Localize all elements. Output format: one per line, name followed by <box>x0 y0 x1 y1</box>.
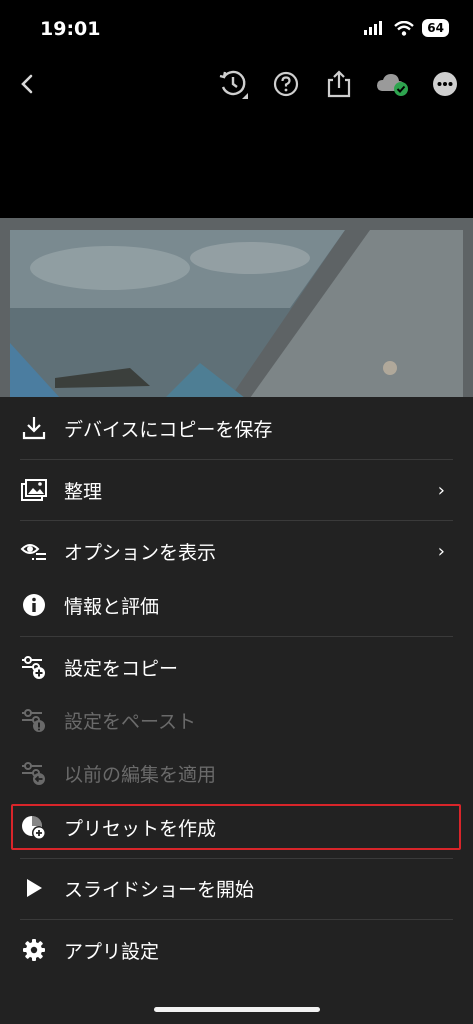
view-options-icon <box>20 537 48 565</box>
highlight-box <box>11 804 461 850</box>
menu-item-info-rating[interactable]: 情報と評価 <box>0 583 473 627</box>
home-indicator[interactable] <box>154 1007 320 1012</box>
menu-item-label: 整理 <box>64 480 103 503</box>
photo-collage-image <box>0 218 473 398</box>
history-icon <box>219 70 248 99</box>
menu-item-label: 設定をペースト <box>64 710 197 733</box>
menu-item-view-options[interactable]: オプションを表示 › <box>0 529 473 573</box>
signal-icon <box>364 21 383 35</box>
more-icon <box>433 72 457 96</box>
photo-preview <box>0 218 473 398</box>
menu-item-paste-settings: 設定をペースト <box>0 698 473 742</box>
menu-item-slideshow[interactable]: スライドショーを開始 <box>0 866 473 910</box>
menu-item-label: スライドショーを開始 <box>64 878 255 901</box>
status-time: 19:01 <box>40 18 101 40</box>
download-icon <box>20 414 48 442</box>
help-icon <box>273 71 299 97</box>
history-button[interactable] <box>216 62 250 106</box>
divider <box>20 459 453 460</box>
menu-item-save-copy[interactable]: デバイスにコピーを保存 <box>0 406 473 450</box>
share-icon <box>327 70 351 98</box>
divider <box>20 636 453 637</box>
battery-level: 64 <box>422 19 449 37</box>
info-icon <box>20 591 48 619</box>
chevron-right-icon: › <box>437 540 445 562</box>
status-icons: 64 <box>364 19 449 37</box>
divider <box>20 919 453 920</box>
play-icon <box>20 874 48 902</box>
chevron-left-icon <box>21 74 33 94</box>
share-button[interactable] <box>322 62 356 106</box>
menu-item-label: 以前の編集を適用 <box>64 763 217 786</box>
menu-item-label: 情報と評価 <box>64 595 160 618</box>
help-button[interactable] <box>269 62 303 106</box>
status-bar: 19:01 64 <box>0 0 473 58</box>
menu-item-label: デバイスにコピーを保存 <box>64 418 273 441</box>
cloud-sync-button[interactable] <box>375 62 409 106</box>
folder-image-icon <box>20 476 48 504</box>
menu-item-copy-settings[interactable]: 設定をコピー <box>0 645 473 689</box>
menu-item-organize[interactable]: 整理 › <box>0 468 473 512</box>
chevron-right-icon: › <box>437 479 445 501</box>
wifi-icon <box>394 20 415 36</box>
menu-item-label: オプションを表示 <box>64 541 217 564</box>
divider <box>20 520 453 521</box>
more-button[interactable] <box>428 62 462 106</box>
cloud-sync-icon <box>377 74 408 96</box>
menu-item-label: アプリ設定 <box>64 940 160 963</box>
menu-item-label: 設定をコピー <box>64 657 179 680</box>
settings-copy-icon <box>20 653 48 681</box>
divider <box>20 858 453 859</box>
top-toolbar <box>0 62 473 106</box>
menu-item-app-settings[interactable]: アプリ設定 <box>0 928 473 972</box>
back-button[interactable] <box>10 62 44 106</box>
gear-icon <box>20 936 48 964</box>
menu-item-apply-previous: 以前の編集を適用 <box>0 751 473 795</box>
settings-paste-icon <box>20 706 48 734</box>
settings-previous-icon <box>20 759 48 787</box>
